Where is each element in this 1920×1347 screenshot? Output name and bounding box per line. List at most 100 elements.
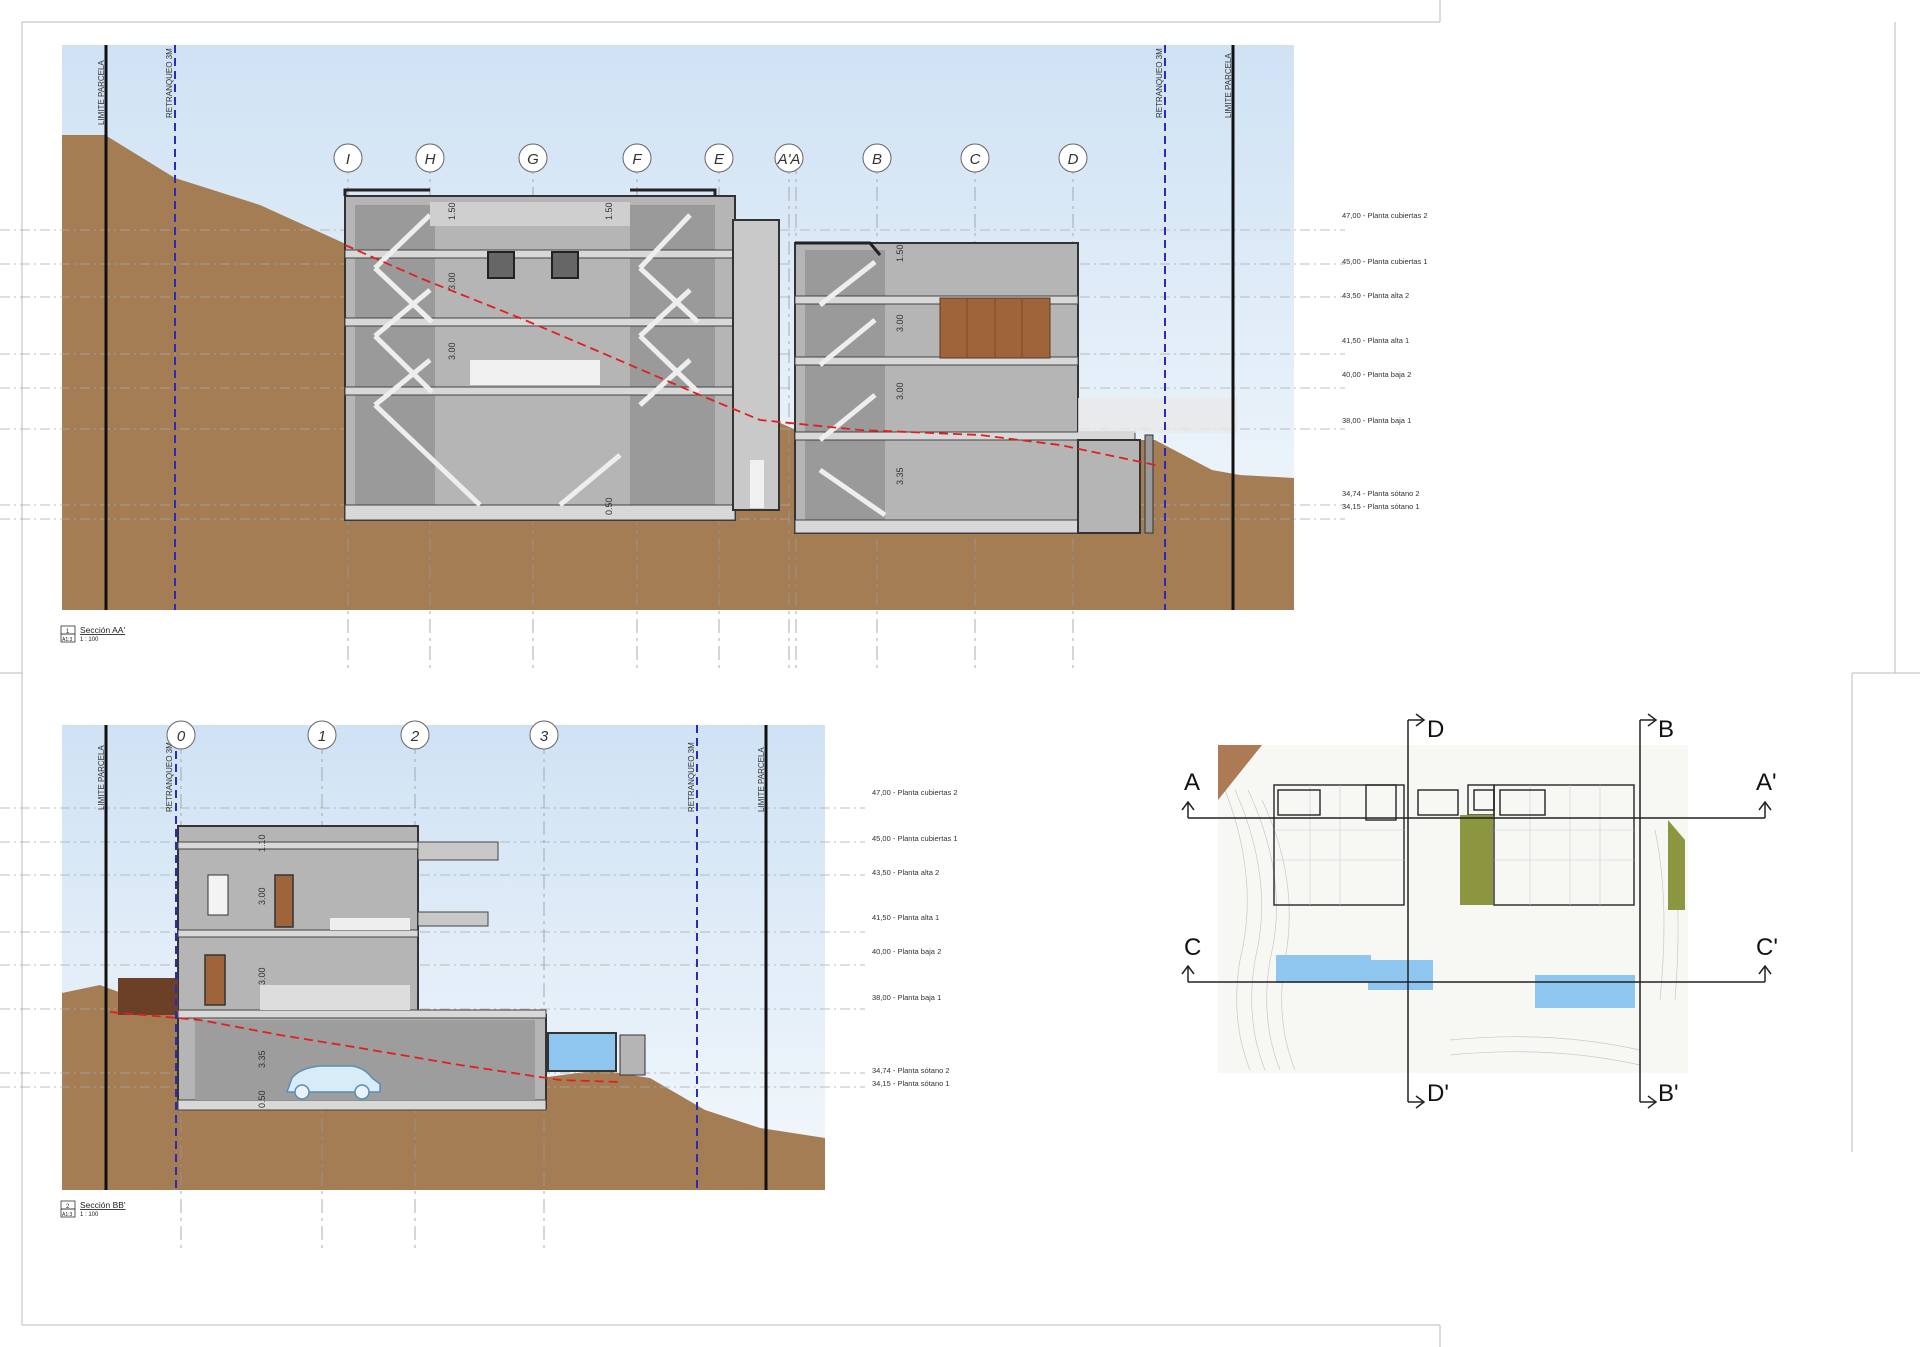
key-plan: A A' C C' D D' B B' bbox=[1181, 713, 1778, 1109]
level-name: Planta baja 2 bbox=[1367, 370, 1411, 379]
grid-label: 3 bbox=[540, 728, 549, 745]
svg-text:43,50 - Planta alta 2: 43,50 - Planta alta 2 bbox=[872, 868, 939, 877]
dim-label: 3.00 bbox=[447, 342, 457, 360]
level-value: 40,00 bbox=[872, 947, 891, 956]
dim-label: 3.00 bbox=[257, 967, 267, 985]
level-name: Planta alta 1 bbox=[897, 913, 939, 922]
level-value: 34,15 bbox=[872, 1079, 891, 1088]
setback-left-label: RETRANQUEO 3M bbox=[165, 48, 174, 118]
level-value: 47,00 bbox=[872, 788, 891, 797]
level-value: 38,00 bbox=[872, 993, 891, 1002]
level-name: Planta alta 1 bbox=[1367, 336, 1409, 345]
level-value: 45,00 bbox=[1342, 257, 1361, 266]
level-name: Planta cubiertas 1 bbox=[897, 834, 957, 843]
level-name: Planta baja 1 bbox=[897, 993, 941, 1002]
drawing-sheet: LIMITE PARCELA RETRANQUEO 3M RETRANQUEO … bbox=[0, 0, 1920, 1347]
cut-label-c-prime: C' bbox=[1756, 934, 1778, 961]
svg-text:45,00 - Planta cubiertas 1: 45,00 - Planta cubiertas 1 bbox=[1342, 257, 1428, 266]
dim-label: 1.50 bbox=[447, 202, 457, 220]
parcel-limit-left-label: LIMITE PARCELA bbox=[97, 745, 106, 810]
section-title: Sección BB' bbox=[80, 1200, 126, 1210]
level-value: 34,15 bbox=[1342, 502, 1361, 511]
svg-text:34,74 - Planta sótano 2: 34,74 - Planta sótano 2 bbox=[872, 1066, 950, 1075]
dim-label: 0.50 bbox=[257, 1090, 267, 1108]
svg-text:34,74 - Planta sótano 2: 34,74 - Planta sótano 2 bbox=[1342, 489, 1420, 498]
grid-label: 2 bbox=[410, 728, 420, 745]
level-value: 41,50 bbox=[872, 913, 891, 922]
dim-label: 3.00 bbox=[895, 382, 905, 400]
section-aa: LIMITE PARCELA RETRANQUEO 3M RETRANQUEO … bbox=[0, 45, 1428, 670]
grid-label: F bbox=[632, 151, 642, 168]
grid-label: E bbox=[714, 151, 725, 168]
dim-label: 3.00 bbox=[257, 887, 267, 905]
svg-text:38,00 - Planta baja 1: 38,00 - Planta baja 1 bbox=[872, 993, 941, 1002]
cut-label-b-prime: B' bbox=[1658, 1080, 1679, 1107]
level-name: Planta cubiertas 2 bbox=[897, 788, 957, 797]
level-name: Planta sótano 2 bbox=[897, 1066, 949, 1075]
cut-label-d: D bbox=[1427, 716, 1444, 743]
scale-sheet: A1:3 bbox=[62, 1212, 73, 1218]
level-name: Planta baja 2 bbox=[897, 947, 941, 956]
cut-label-b: B bbox=[1658, 716, 1674, 743]
svg-text:40,00 - Planta baja 2: 40,00 - Planta baja 2 bbox=[872, 947, 941, 956]
section-title: Sección AA' bbox=[80, 625, 125, 635]
grid-label: G bbox=[527, 151, 539, 168]
setback-right-label: RETRANQUEO 3M bbox=[687, 742, 696, 812]
scale-sheet: A1:3 bbox=[62, 637, 73, 643]
level-value: 34,74 bbox=[872, 1066, 891, 1075]
dim-label: 3.35 bbox=[257, 1050, 267, 1068]
grid-label: H bbox=[425, 151, 436, 168]
setback-left-label: RETRANQUEO 3M bbox=[165, 742, 174, 812]
grid-label: 0 bbox=[177, 728, 186, 745]
grid-label: A'A bbox=[777, 151, 801, 168]
grid-label: B bbox=[872, 151, 882, 168]
section-scale: 1 : 100 bbox=[80, 1212, 99, 1218]
parcel-limit-left-label: LIMITE PARCELA bbox=[97, 60, 106, 125]
level-name: Planta sótano 2 bbox=[1367, 489, 1419, 498]
level-name: Planta sótano 1 bbox=[897, 1079, 949, 1088]
dim-label: 0.50 bbox=[604, 497, 614, 515]
svg-text:43,50 - Planta alta 2: 43,50 - Planta alta 2 bbox=[1342, 291, 1409, 300]
level-value: 43,50 bbox=[872, 868, 891, 877]
section-bb-title: 2 A1:3 Sección BB' 1 : 100 bbox=[60, 1200, 126, 1218]
grid-label: D bbox=[1068, 151, 1079, 168]
cut-label-c: C bbox=[1184, 934, 1201, 961]
cut-label-a-prime: A' bbox=[1756, 769, 1777, 796]
svg-text:34,15 - Planta sótano 1: 34,15 - Planta sótano 1 bbox=[1342, 502, 1420, 511]
level-name: Planta cubiertas 2 bbox=[1367, 211, 1427, 220]
dim-label: 3.00 bbox=[895, 314, 905, 332]
parcel-limit-right-label: LIMITE PARCELA bbox=[757, 747, 766, 812]
level-name: Planta alta 2 bbox=[897, 868, 939, 877]
level-name: Planta alta 2 bbox=[1367, 291, 1409, 300]
section-scale: 1 : 100 bbox=[80, 637, 99, 643]
setback-right-label: RETRANQUEO 3M bbox=[1155, 48, 1164, 118]
grid-label: 1 bbox=[318, 728, 326, 745]
level-value: 45,00 bbox=[872, 834, 891, 843]
dim-label: 3.35 bbox=[895, 467, 905, 485]
level-name: Planta sótano 1 bbox=[1367, 502, 1419, 511]
level-value: 41,50 bbox=[1342, 336, 1361, 345]
svg-text:47,00 - Planta cubiertas 2: 47,00 - Planta cubiertas 2 bbox=[1342, 211, 1428, 220]
parcel-limit-right-label: LIMITE PARCELA bbox=[1224, 53, 1233, 118]
svg-text:47,00 - Planta cubiertas 2: 47,00 - Planta cubiertas 2 bbox=[872, 788, 958, 797]
section-aa-title: 1 A1:3 Sección AA' 1 : 100 bbox=[60, 625, 125, 643]
cut-label-d-prime: D' bbox=[1427, 1080, 1449, 1107]
level-value: 34,74 bbox=[1342, 489, 1361, 498]
grid-label: C bbox=[970, 151, 981, 168]
svg-text:41,50 - Planta alta 1: 41,50 - Planta alta 1 bbox=[1342, 336, 1409, 345]
dim-label: 1.50 bbox=[895, 244, 905, 262]
level-name: Planta baja 1 bbox=[1367, 416, 1411, 425]
level-value: 43,50 bbox=[1342, 291, 1361, 300]
cut-label-a: A bbox=[1184, 769, 1200, 796]
svg-text:34,15 - Planta sótano 1: 34,15 - Planta sótano 1 bbox=[872, 1079, 950, 1088]
level-name: Planta cubiertas 1 bbox=[1367, 257, 1427, 266]
svg-text:41,50 - Planta alta 1: 41,50 - Planta alta 1 bbox=[872, 913, 939, 922]
level-value: 40,00 bbox=[1342, 370, 1361, 379]
svg-text:40,00 - Planta baja 2: 40,00 - Planta baja 2 bbox=[1342, 370, 1411, 379]
svg-text:45,00 - Planta cubiertas 1: 45,00 - Planta cubiertas 1 bbox=[872, 834, 958, 843]
grid-label: I bbox=[346, 151, 350, 168]
dim-label: 1.10 bbox=[257, 834, 267, 852]
level-value: 47,00 bbox=[1342, 211, 1361, 220]
section-bb: LIMITE PARCELA RETRANQUEO 3M RETRANQUEO … bbox=[0, 720, 958, 1250]
svg-text:38,00 - Planta baja 1: 38,00 - Planta baja 1 bbox=[1342, 416, 1411, 425]
